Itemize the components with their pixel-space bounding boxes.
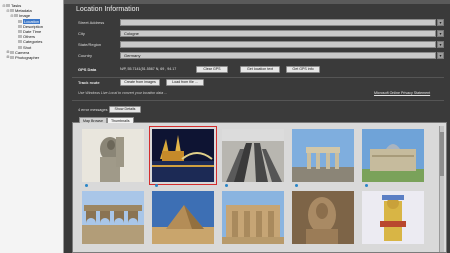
- gps-value: N/P, 55.7141(51.5567 N, 69 , 94.17: [120, 67, 177, 71]
- statue-image: [82, 129, 144, 182]
- location-pin-icon: [295, 184, 298, 187]
- folder-icon: [18, 19, 22, 23]
- scrollbar-thumb[interactable]: [440, 132, 444, 176]
- thumbnail-golden-statue[interactable]: [362, 191, 424, 244]
- location-pin-icon: [365, 184, 368, 187]
- street-label: Street Address: [78, 20, 105, 25]
- thumbnail-brandenburg-gate[interactable]: [292, 129, 354, 187]
- folder-icon: [10, 55, 14, 59]
- get-location-text-button[interactable]: Get location text: [240, 66, 280, 73]
- gps-label: GPS Data: [78, 67, 97, 72]
- gallery-scrollbar[interactable]: [439, 126, 444, 252]
- get-gps-info-button[interactable]: Get GPS info: [286, 66, 320, 73]
- reichstag-image: [362, 129, 424, 182]
- folder-icon: [18, 35, 22, 39]
- thumbnail-egyptian-temple[interactable]: [222, 191, 284, 244]
- city-row: City Cologne ▾: [78, 30, 448, 38]
- city-label: City: [78, 31, 85, 36]
- folder-icon: [14, 14, 18, 18]
- country-dropdown-icon[interactable]: ▾: [437, 52, 444, 59]
- street-field[interactable]: [120, 19, 436, 26]
- pyramid-image: [152, 191, 214, 244]
- state-field[interactable]: [120, 41, 436, 48]
- privacy-statement-link[interactable]: Microsoft Online Privacy Statement: [374, 91, 430, 95]
- folder-icon: [10, 50, 14, 54]
- tab-map-browse[interactable]: Map Browse: [79, 117, 107, 123]
- create-from-images-button[interactable]: Create from images: [120, 79, 160, 86]
- golden-statue-image: [362, 191, 424, 244]
- folder-icon: [10, 9, 14, 13]
- thumbnail-gallery: Map Browse Thumbnails: [72, 117, 447, 253]
- state-row: State/Region ▾: [78, 41, 448, 49]
- country-label: Country: [78, 53, 93, 58]
- folder-icon: [6, 4, 10, 8]
- aqueduct-image: [82, 191, 144, 244]
- show-details-button[interactable]: Show Details: [109, 106, 141, 113]
- thumbnail-desert-pyramid[interactable]: [152, 191, 214, 244]
- navigation-tree: ⊟ Tasks ⊟ Metadata ⊟ Image Location Description…: [0, 0, 64, 253]
- brandenburg-gate-image: [292, 129, 354, 182]
- country-row: Country Germany ▾: [78, 52, 448, 60]
- live-local-hint: Use Windows Live Local to convert your l…: [78, 91, 168, 95]
- city-dropdown-icon[interactable]: ▾: [437, 30, 444, 37]
- city-field[interactable]: Cologne: [120, 30, 436, 37]
- location-pin-icon: [155, 184, 158, 187]
- thumbnail-statue[interactable]: [82, 129, 144, 187]
- tree-item-label: Photographer: [15, 54, 40, 60]
- country-field[interactable]: Germany: [120, 52, 436, 59]
- load-from-file-button[interactable]: Load from file ...: [166, 79, 204, 86]
- street-row: Street Address ▾: [78, 19, 448, 27]
- state-dropdown-icon[interactable]: ▾: [437, 41, 444, 48]
- location-pin-icon: [225, 184, 228, 187]
- thumbnail-holocaust-memorial[interactable]: [222, 129, 284, 187]
- state-label: State/Region: [78, 42, 102, 47]
- error-messages-text: 4 error messages: [78, 108, 108, 112]
- clear-gps-button[interactable]: Clear GPS: [196, 66, 228, 73]
- temple-image: [222, 191, 284, 244]
- thumbnail-aqueduct[interactable]: [82, 191, 144, 244]
- folder-icon: [18, 30, 22, 34]
- cathedral-night-image: [152, 129, 214, 182]
- location-pin-icon: [85, 184, 88, 187]
- divider: [72, 100, 444, 101]
- main-panel: Location Information Street Address ▾ Ci…: [64, 0, 450, 253]
- street-dropdown-icon[interactable]: ▾: [437, 19, 444, 26]
- folder-icon: [18, 40, 22, 44]
- thumbnail-stone-carving[interactable]: [292, 191, 354, 244]
- stone-carving-image: [292, 191, 354, 244]
- thumbnail-cologne-cathedral-night[interactable]: [149, 126, 217, 187]
- tree-item-photographer[interactable]: ⊞ Photographer: [0, 55, 63, 60]
- view-tabs: Map Browse Thumbnails: [79, 117, 134, 123]
- track-route-label: Track route: [78, 80, 100, 85]
- memorial-image: [222, 129, 284, 182]
- gps-row: GPS Data N/P, 55.7141(51.5567 N, 69 , 94…: [78, 66, 448, 75]
- thumbnail-reichstag[interactable]: [362, 129, 424, 187]
- folder-icon: [18, 45, 22, 49]
- tab-thumbnails[interactable]: Thumbnails: [106, 117, 134, 123]
- divider: [72, 77, 444, 78]
- folder-icon: [18, 24, 22, 28]
- page-title: Location Information: [76, 6, 140, 13]
- top-strip: [64, 0, 450, 4]
